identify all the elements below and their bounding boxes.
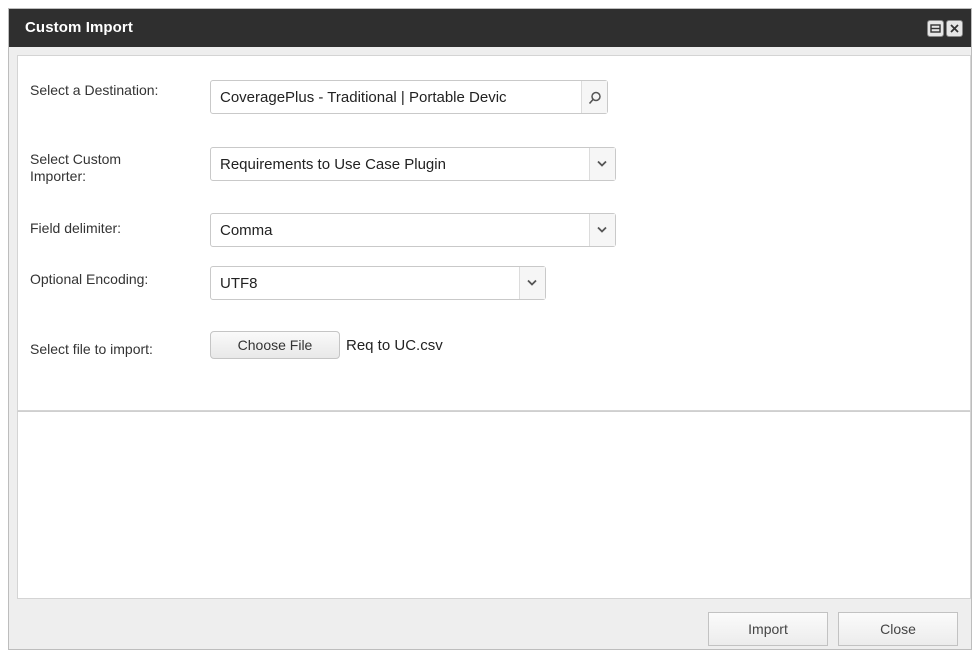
delimiter-value: Comma: [220, 222, 273, 239]
import-button[interactable]: Import: [708, 612, 828, 646]
file-label: Select file to import:: [30, 341, 153, 357]
dialog-titlebar[interactable]: Custom Import: [9, 9, 971, 47]
destination-field[interactable]: CoveragePlus - Traditional | Portable De…: [210, 80, 608, 114]
encoding-select[interactable]: UTF8: [210, 266, 546, 300]
delimiter-select[interactable]: Comma: [210, 213, 616, 247]
chevron-down-icon[interactable]: [589, 148, 615, 180]
selected-filename: Req to UC.csv: [346, 337, 443, 354]
importer-value: Requirements to Use Case Plugin: [220, 156, 446, 173]
destination-value: CoveragePlus - Traditional | Portable De…: [220, 89, 507, 106]
chevron-down-icon[interactable]: [519, 267, 545, 299]
close-icon[interactable]: [946, 20, 963, 37]
encoding-value: UTF8: [220, 275, 258, 292]
destination-label: Select a Destination:: [30, 82, 159, 98]
choose-file-button[interactable]: Choose File: [210, 331, 340, 359]
encoding-label: Optional Encoding:: [30, 271, 149, 287]
close-button[interactable]: Close: [838, 612, 958, 646]
search-icon[interactable]: [581, 81, 607, 113]
importer-select[interactable]: Requirements to Use Case Plugin: [210, 147, 616, 181]
delimiter-label: Field delimiter:: [30, 220, 122, 236]
minimize-icon[interactable]: [927, 20, 944, 37]
dialog-title: Custom Import: [25, 19, 133, 36]
importer-label: Select Custom Importer:: [30, 151, 122, 184]
chevron-down-icon[interactable]: [589, 214, 615, 246]
output-panel: [17, 411, 971, 599]
